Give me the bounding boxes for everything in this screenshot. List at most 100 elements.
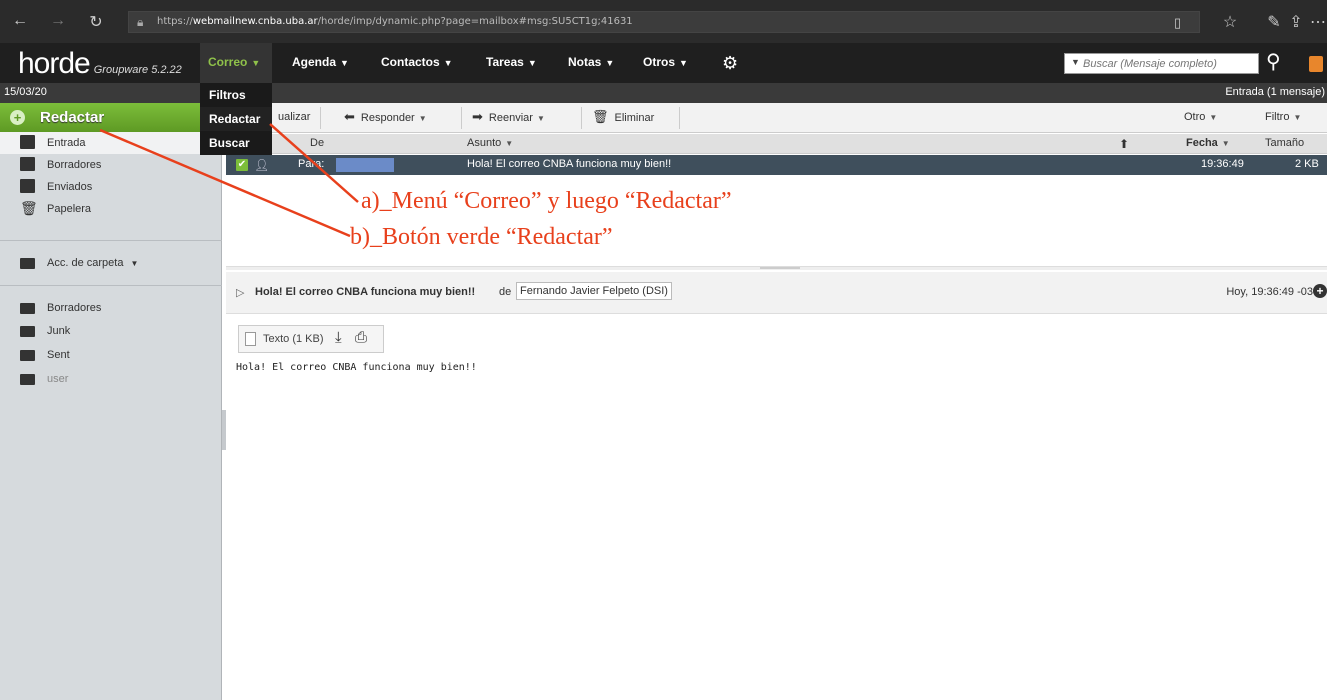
row-from: Para:: [298, 158, 325, 170]
mailbox-status: Entrada (1 mensaje): [1225, 86, 1325, 98]
folder-label: Borradores: [47, 159, 102, 171]
column-subject[interactable]: Asunto ▼: [467, 137, 513, 149]
drafts-icon: [20, 157, 35, 171]
nav-contactos[interactable]: Contactos ▼: [381, 43, 453, 83]
reply-icon: ⬅: [344, 109, 355, 124]
chevron-down-icon: ▼: [536, 114, 545, 123]
refresh-icon[interactable]: ↻: [86, 12, 106, 32]
preview-date: Hoy, 19:36:49 -03: [1226, 286, 1313, 298]
chevron-down-icon: ▼: [418, 114, 427, 123]
folder-borradores[interactable]: Borradores: [0, 154, 222, 176]
resize-handle[interactable]: [760, 267, 800, 269]
sort-arrow-icon[interactable]: ⬆: [1119, 137, 1129, 151]
compose-label: Redactar: [40, 109, 105, 126]
folder-actions[interactable]: Acc. de carpeta ▼: [0, 252, 222, 274]
chevron-down-icon: ▼: [1209, 113, 1218, 122]
share-icon[interactable]: ⇪: [1286, 12, 1306, 32]
shared-folder-icon: [20, 374, 35, 385]
preview-header: ▷ Hola! El correo CNBA funciona muy bien…: [226, 272, 1327, 314]
horde-topbar: horde Groupware 5.2.22 Correo ▼ Agenda ▼ Co…: [0, 43, 1327, 83]
back-icon[interactable]: ←: [10, 12, 30, 30]
nav-notas[interactable]: Notas ▼: [568, 43, 614, 83]
folder-label: Borradores: [47, 302, 102, 314]
chevron-down-icon: ▼: [251, 58, 261, 68]
folder-sent[interactable]: Sent: [0, 344, 222, 366]
folder-enviados[interactable]: Enviados: [0, 176, 222, 198]
folder-label: Enviados: [47, 181, 93, 193]
search-box[interactable]: ▼: [1064, 53, 1259, 74]
message-body: Hola! El correo CNBA funciona muy bien!!: [236, 362, 477, 373]
delete-button[interactable]: 🗑︎ Eliminar: [582, 107, 680, 129]
nav-otros[interactable]: Otros ▼: [643, 43, 688, 83]
column-size[interactable]: Tamaño: [1265, 137, 1304, 149]
folder-label: user: [47, 373, 69, 385]
search-icon[interactable]: ⚲: [1266, 49, 1281, 74]
sidebar-resize-handle[interactable]: [222, 410, 226, 450]
folder-entrada[interactable]: Entrada: [0, 132, 222, 154]
filter-menu[interactable]: Filtro ▼: [1265, 107, 1301, 128]
browser-toolbar: ← → ↻ 🔒︎ https://webmailnew.cnba.uba.ar/…: [0, 0, 1327, 43]
folder-label: Sent: [47, 349, 70, 361]
folder-actions-label: Acc. de carpeta: [47, 257, 124, 269]
compose-button[interactable]: + Redactar: [0, 103, 222, 132]
document-icon: [245, 332, 256, 346]
search-input[interactable]: [1083, 55, 1255, 72]
chevron-down-icon: ▼: [340, 58, 349, 68]
chevron-down-icon: ▼: [679, 58, 688, 68]
preview-sender[interactable]: Fernando Javier Felpeto (DSI): [516, 282, 672, 300]
chevron-down-icon: ▼: [130, 259, 139, 268]
plus-icon[interactable]: +: [1313, 284, 1327, 298]
lock-icon: 🔒︎: [137, 15, 144, 29]
favorite-star-icon[interactable]: ☆: [1220, 12, 1240, 32]
forward-icon: ➡: [472, 109, 483, 124]
table-row[interactable]: ✔ 👤︎ Para: Hola! El correo CNBA funciona…: [226, 155, 1327, 175]
folder-junk[interactable]: Junk: [0, 320, 222, 342]
gear-icon[interactable]: ⚙: [722, 53, 738, 74]
address-bar[interactable]: 🔒︎ https://webmailnew.cnba.uba.ar/horde/…: [128, 11, 1200, 33]
download-icon[interactable]: ⤓: [335, 329, 342, 346]
attachment: Texto (1 KB) ⤓ ⎙: [238, 325, 384, 353]
folder-label: Entrada: [47, 137, 86, 149]
forward-button[interactable]: ➡ Reenviar ▼: [462, 107, 582, 129]
inbox-icon: [20, 135, 35, 149]
reading-view-icon[interactable]: ▯: [1174, 15, 1181, 31]
nav-tareas[interactable]: Tareas ▼: [486, 43, 537, 83]
nav-correo[interactable]: Correo ▼: [200, 43, 272, 83]
pen-icon[interactable]: ✎: [1264, 12, 1284, 32]
chevron-down-icon: ▼: [505, 139, 514, 148]
folder-user[interactable]: user: [0, 368, 222, 390]
column-date[interactable]: Fecha ▼: [1186, 137, 1230, 149]
nav-agenda[interactable]: Agenda ▼: [292, 43, 349, 83]
menu-item-redactar[interactable]: Redactar: [200, 107, 272, 131]
row-subject: Hola! El correo CNBA funciona muy bien!!: [467, 158, 672, 170]
expand-triangle-icon[interactable]: ▷: [236, 286, 244, 299]
refresh-button[interactable]: ualizar: [270, 107, 322, 129]
horde-logo[interactable]: horde Groupware 5.2.22: [18, 47, 182, 81]
preview-from-word: de: [499, 286, 512, 298]
print-icon[interactable]: ⎙: [355, 329, 367, 346]
other-menu[interactable]: Otro ▼: [1184, 107, 1217, 128]
folder-icon: [20, 350, 35, 361]
menu-item-buscar[interactable]: Buscar: [200, 131, 272, 155]
chevron-down-icon: ▼: [1221, 139, 1230, 148]
checkbox-icon[interactable]: ✔: [236, 159, 248, 171]
reply-button[interactable]: ⬅ Responder ▼: [334, 107, 462, 129]
menu-item-filtros[interactable]: Filtros: [200, 83, 272, 107]
sidebar: + Redactar Entrada Borradores Enviados 🗑…: [0, 103, 222, 700]
folder-label: Papelera: [47, 203, 92, 215]
row-size: 2 KB: [1295, 158, 1319, 170]
chevron-down-icon[interactable]: ▼: [1071, 57, 1080, 67]
folder-borradores-2[interactable]: Borradores: [0, 297, 222, 319]
sidebar-divider: [0, 240, 222, 241]
folder-papelera[interactable]: 🗑︎ Papelera: [0, 198, 222, 220]
more-icon[interactable]: ⋯: [1308, 12, 1327, 32]
folder-icon: [20, 303, 35, 314]
correo-dropdown-menu: Filtros Redactar Buscar: [200, 83, 272, 155]
plus-icon: +: [10, 110, 25, 125]
attachment-label[interactable]: Texto (1 KB): [263, 333, 324, 345]
trash-icon: 🗑︎: [20, 200, 38, 216]
forward-icon[interactable]: →: [48, 12, 68, 30]
logout-icon[interactable]: [1309, 56, 1323, 72]
column-from[interactable]: De: [310, 137, 324, 149]
trash-icon: 🗑︎: [592, 109, 609, 124]
